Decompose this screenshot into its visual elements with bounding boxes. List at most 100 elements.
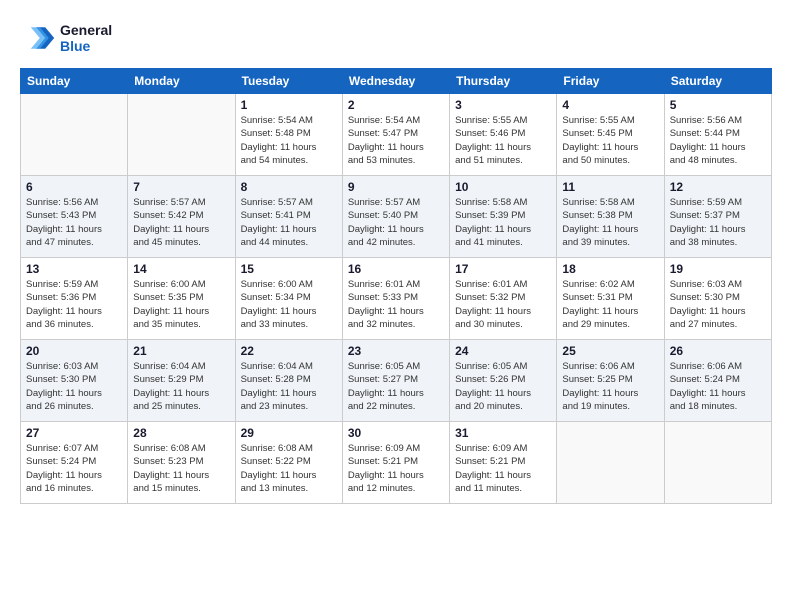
table-row: 1 Sunrise: 5:54 AMSunset: 5:48 PMDaylight… — [235, 94, 342, 176]
day-detail: Sunrise: 6:09 AMSunset: 5:21 PMDaylight:… — [348, 442, 444, 495]
day-number: 16 — [348, 262, 444, 276]
day-detail: Sunrise: 5:57 AMSunset: 5:40 PMDaylight:… — [348, 196, 444, 249]
col-friday: Friday — [557, 69, 664, 94]
logo-text: General Blue — [60, 22, 112, 54]
day-detail: Sunrise: 6:05 AMSunset: 5:27 PMDaylight:… — [348, 360, 444, 413]
day-number: 24 — [455, 344, 551, 358]
table-row: 14 Sunrise: 6:00 AMSunset: 5:35 PMDayligh… — [128, 258, 235, 340]
table-row: 16Sunrise: 6:01 AMSunset: 5:33 PMDayligh… — [342, 258, 449, 340]
calendar-week-row: 27Sunrise: 6:07 AMSunset: 5:24 PMDayligh… — [21, 422, 772, 504]
logo: General Blue — [20, 20, 112, 56]
table-row: 21 Sunrise: 6:04 AMSunset: 5:29 PMDayligh… — [128, 340, 235, 422]
table-row: 18 Sunrise: 6:02 AMSunset: 5:31 PMDayligh… — [557, 258, 664, 340]
day-detail: Sunrise: 5:56 AMSunset: 5:44 PMDaylight:… — [670, 114, 766, 167]
day-number: 30 — [348, 426, 444, 440]
day-number: 22 — [241, 344, 337, 358]
day-number: 20 — [26, 344, 122, 358]
day-detail: Sunrise: 6:04 AMSunset: 5:29 PMDaylight:… — [133, 360, 229, 413]
calendar-header-row: Sunday Monday Tuesday Wednesday Thursday… — [21, 69, 772, 94]
day-number: 18 — [562, 262, 658, 276]
day-detail: Sunrise: 6:02 AMSunset: 5:31 PMDaylight:… — [562, 278, 658, 331]
table-row: 5 Sunrise: 5:56 AMSunset: 5:44 PMDaylight… — [664, 94, 771, 176]
table-row: 11 Sunrise: 5:58 AMSunset: 5:38 PMDayligh… — [557, 176, 664, 258]
day-detail: Sunrise: 6:08 AMSunset: 5:23 PMDaylight:… — [133, 442, 229, 495]
table-row: 20 Sunrise: 6:03 AMSunset: 5:30 PMDayligh… — [21, 340, 128, 422]
day-number: 9 — [348, 180, 444, 194]
table-row — [21, 94, 128, 176]
day-detail: Sunrise: 6:00 AMSunset: 5:34 PMDaylight:… — [241, 278, 337, 331]
table-row: 27Sunrise: 6:07 AMSunset: 5:24 PMDayligh… — [21, 422, 128, 504]
day-number: 31 — [455, 426, 551, 440]
day-detail: Sunrise: 6:03 AMSunset: 5:30 PMDaylight:… — [26, 360, 122, 413]
day-number: 28 — [133, 426, 229, 440]
calendar-table: Sunday Monday Tuesday Wednesday Thursday… — [20, 68, 772, 504]
day-number: 6 — [26, 180, 122, 194]
col-tuesday: Tuesday — [235, 69, 342, 94]
day-number: 8 — [241, 180, 337, 194]
day-detail: Sunrise: 5:54 AMSunset: 5:47 PMDaylight:… — [348, 114, 444, 167]
day-detail: Sunrise: 6:01 AMSunset: 5:32 PMDaylight:… — [455, 278, 551, 331]
day-number: 7 — [133, 180, 229, 194]
day-number: 2 — [348, 98, 444, 112]
table-row: 17 Sunrise: 6:01 AMSunset: 5:32 PMDayligh… — [450, 258, 557, 340]
calendar-week-row: 20 Sunrise: 6:03 AMSunset: 5:30 PMDayligh… — [21, 340, 772, 422]
day-number: 25 — [562, 344, 658, 358]
day-number: 29 — [241, 426, 337, 440]
table-row — [557, 422, 664, 504]
table-row: 31Sunrise: 6:09 AMSunset: 5:21 PMDayligh… — [450, 422, 557, 504]
day-detail: Sunrise: 6:05 AMSunset: 5:26 PMDaylight:… — [455, 360, 551, 413]
table-row — [664, 422, 771, 504]
day-detail: Sunrise: 5:59 AMSunset: 5:36 PMDaylight:… — [26, 278, 122, 331]
day-detail: Sunrise: 5:57 AMSunset: 5:42 PMDaylight:… — [133, 196, 229, 249]
col-saturday: Saturday — [664, 69, 771, 94]
table-row: 26Sunrise: 6:06 AMSunset: 5:24 PMDayligh… — [664, 340, 771, 422]
day-detail: Sunrise: 5:55 AMSunset: 5:45 PMDaylight:… — [562, 114, 658, 167]
day-number: 21 — [133, 344, 229, 358]
header: General Blue — [20, 20, 772, 56]
table-row: 19 Sunrise: 6:03 AMSunset: 5:30 PMDayligh… — [664, 258, 771, 340]
day-number: 10 — [455, 180, 551, 194]
table-row: 22 Sunrise: 6:04 AMSunset: 5:28 PMDayligh… — [235, 340, 342, 422]
logo-icon — [20, 20, 56, 56]
table-row: 7 Sunrise: 5:57 AMSunset: 5:42 PMDaylight… — [128, 176, 235, 258]
day-number: 4 — [562, 98, 658, 112]
day-detail: Sunrise: 5:54 AMSunset: 5:48 PMDaylight:… — [241, 114, 337, 167]
calendar-week-row: 1 Sunrise: 5:54 AMSunset: 5:48 PMDaylight… — [21, 94, 772, 176]
day-detail: Sunrise: 5:57 AMSunset: 5:41 PMDaylight:… — [241, 196, 337, 249]
table-row: 4 Sunrise: 5:55 AMSunset: 5:45 PMDaylight… — [557, 94, 664, 176]
day-number: 15 — [241, 262, 337, 276]
col-thursday: Thursday — [450, 69, 557, 94]
day-number: 3 — [455, 98, 551, 112]
day-detail: Sunrise: 6:08 AMSunset: 5:22 PMDaylight:… — [241, 442, 337, 495]
table-row: 24 Sunrise: 6:05 AMSunset: 5:26 PMDayligh… — [450, 340, 557, 422]
day-detail: Sunrise: 6:03 AMSunset: 5:30 PMDaylight:… — [670, 278, 766, 331]
table-row: 29 Sunrise: 6:08 AMSunset: 5:22 PMDayligh… — [235, 422, 342, 504]
day-detail: Sunrise: 6:06 AMSunset: 5:25 PMDaylight:… — [562, 360, 658, 413]
day-detail: Sunrise: 5:55 AMSunset: 5:46 PMDaylight:… — [455, 114, 551, 167]
day-number: 13 — [26, 262, 122, 276]
table-row: 3 Sunrise: 5:55 AMSunset: 5:46 PMDaylight… — [450, 94, 557, 176]
table-row: 6Sunrise: 5:56 AMSunset: 5:43 PMDaylight… — [21, 176, 128, 258]
table-row: 15 Sunrise: 6:00 AMSunset: 5:34 PMDayligh… — [235, 258, 342, 340]
day-number: 27 — [26, 426, 122, 440]
day-number: 17 — [455, 262, 551, 276]
table-row: 25 Sunrise: 6:06 AMSunset: 5:25 PMDayligh… — [557, 340, 664, 422]
day-number: 19 — [670, 262, 766, 276]
day-detail: Sunrise: 6:00 AMSunset: 5:35 PMDaylight:… — [133, 278, 229, 331]
day-number: 1 — [241, 98, 337, 112]
day-number: 14 — [133, 262, 229, 276]
day-number: 23 — [348, 344, 444, 358]
day-detail: Sunrise: 5:58 AMSunset: 5:39 PMDaylight:… — [455, 196, 551, 249]
page: General Blue Sunday Monday Tuesday Wedne… — [0, 0, 792, 612]
table-row: 8 Sunrise: 5:57 AMSunset: 5:41 PMDaylight… — [235, 176, 342, 258]
day-detail: Sunrise: 6:06 AMSunset: 5:24 PMDaylight:… — [670, 360, 766, 413]
table-row: 2 Sunrise: 5:54 AMSunset: 5:47 PMDaylight… — [342, 94, 449, 176]
calendar-week-row: 13 Sunrise: 5:59 AMSunset: 5:36 PMDayligh… — [21, 258, 772, 340]
day-number: 11 — [562, 180, 658, 194]
day-detail: Sunrise: 5:58 AMSunset: 5:38 PMDaylight:… — [562, 196, 658, 249]
day-number: 12 — [670, 180, 766, 194]
day-detail: Sunrise: 5:59 AMSunset: 5:37 PMDaylight:… — [670, 196, 766, 249]
day-number: 5 — [670, 98, 766, 112]
table-row: 13 Sunrise: 5:59 AMSunset: 5:36 PMDayligh… — [21, 258, 128, 340]
day-detail: Sunrise: 6:04 AMSunset: 5:28 PMDaylight:… — [241, 360, 337, 413]
